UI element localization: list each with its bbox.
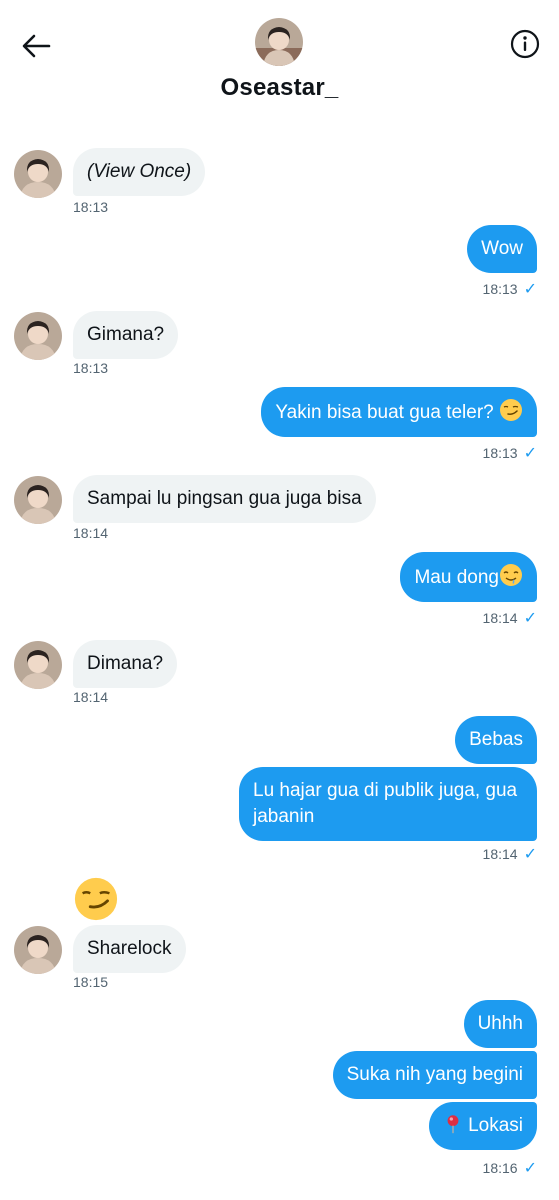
message-timestamp: 18:13: [482, 445, 518, 461]
message-meta: 18:14 ✓: [483, 844, 537, 864]
arrow-left-icon: [22, 34, 51, 58]
message-meta: 18:14 ✓: [483, 608, 537, 628]
drooling-emoji-icon: [500, 564, 522, 586]
received-message[interactable]: (View Once): [73, 148, 206, 196]
avatar[interactable]: [14, 926, 62, 974]
message-text: Wow: [481, 238, 523, 259]
message-text: Yakin bisa buat gua teler?: [275, 402, 494, 423]
back-button[interactable]: [16, 26, 56, 66]
message-timestamp: 18:16: [482, 1160, 518, 1176]
smirk-emoji-icon: [500, 399, 522, 421]
sent-message[interactable]: Suka nih yang begini: [332, 1051, 537, 1099]
info-icon: [510, 29, 540, 59]
read-check-icon: ✓: [523, 610, 537, 627]
avatar[interactable]: [14, 312, 62, 360]
message-text: Bebas: [469, 729, 523, 750]
message-text: Lu hajar gua di publik juga, gua jabanin: [253, 780, 518, 827]
message-meta: 18:16 ✓: [483, 1158, 537, 1178]
conversation-title[interactable]: Oseastar_: [0, 74, 559, 102]
message-timestamp: 18:15: [73, 974, 109, 990]
received-message[interactable]: Sampai lu pingsan gua juga bisa: [73, 475, 376, 523]
sent-message[interactable]: Uhhh: [463, 1000, 537, 1048]
message-timestamp: 18:14: [482, 610, 518, 626]
received-message[interactable]: Gimana?: [73, 311, 179, 359]
avatar[interactable]: [14, 476, 62, 524]
message-timestamp: 18:13: [73, 199, 109, 215]
message-timestamp: 18:13: [73, 360, 109, 376]
message-timestamp: 18:14: [482, 846, 518, 862]
message-meta: 18:13 ✓: [483, 279, 537, 299]
message-timestamp: 18:13: [482, 281, 518, 297]
received-emoji-message[interactable]: [73, 876, 119, 922]
message-text: (View Once): [87, 161, 192, 182]
avatar[interactable]: [14, 150, 62, 198]
read-check-icon: ✓: [523, 445, 537, 462]
read-check-icon: ✓: [523, 1160, 537, 1177]
header-avatar[interactable]: [255, 18, 303, 66]
sent-message[interactable]: Wow: [467, 225, 537, 273]
message-text: Sharelock: [87, 938, 172, 959]
location-message[interactable]: Lokasi: [428, 1102, 537, 1150]
sent-message[interactable]: Yakin bisa buat gua teler?: [261, 387, 537, 437]
sent-message[interactable]: Lu hajar gua di publik juga, gua jabanin: [239, 767, 537, 841]
message-text: Suka nih yang begini: [346, 1064, 523, 1085]
message-text: Uhhh: [477, 1013, 523, 1034]
smirk-emoji-icon: [74, 877, 118, 921]
message-text: Gimana?: [87, 324, 165, 345]
read-check-icon: ✓: [523, 281, 537, 298]
message-text: Lokasi: [468, 1115, 523, 1136]
avatar[interactable]: [14, 641, 62, 689]
sent-message[interactable]: Mau dong: [400, 552, 537, 602]
message-text: Sampai lu pingsan gua juga bisa: [87, 488, 362, 509]
message-timestamp: 18:14: [73, 525, 109, 541]
info-button[interactable]: [505, 24, 545, 64]
received-message[interactable]: Sharelock: [73, 925, 186, 973]
sent-message[interactable]: Bebas: [455, 716, 537, 764]
map-pin-icon: [447, 1115, 459, 1134]
received-message[interactable]: Dimana?: [73, 640, 178, 688]
message-text: Mau dong: [414, 567, 499, 588]
message-timestamp: 18:14: [73, 689, 109, 705]
message-text: Dimana?: [87, 653, 164, 674]
read-check-icon: ✓: [523, 846, 537, 863]
message-meta: 18:13 ✓: [483, 443, 537, 463]
